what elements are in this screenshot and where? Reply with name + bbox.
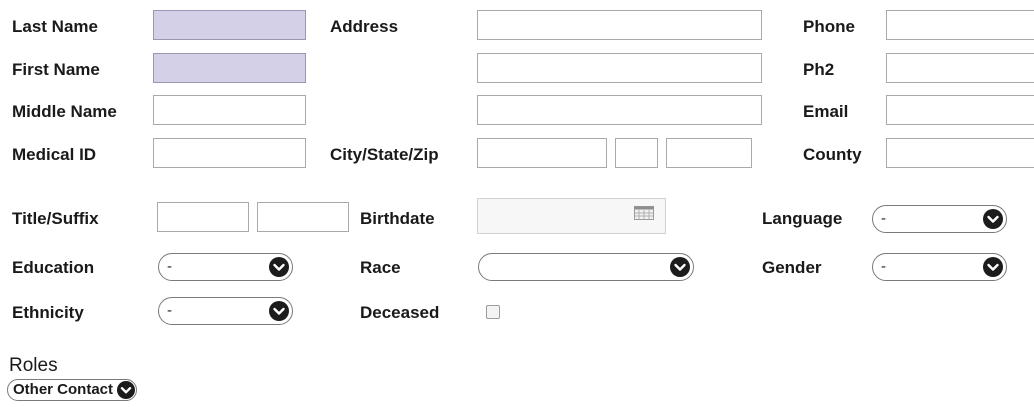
roles-heading: Roles (9, 355, 58, 376)
title-input[interactable] (157, 202, 249, 232)
chevron-down-icon (269, 257, 289, 277)
suffix-input[interactable] (257, 202, 349, 232)
chevron-down-icon (983, 209, 1003, 229)
education-select[interactable]: - (158, 253, 293, 281)
ph2-input[interactable] (886, 53, 1034, 83)
first-name-label: First Name (12, 60, 100, 79)
language-select[interactable]: - (872, 205, 1007, 233)
chevron-down-icon (269, 301, 289, 321)
last-name-label: Last Name (12, 17, 98, 36)
calendar-icon[interactable] (634, 206, 654, 220)
birthdate-field (477, 198, 666, 234)
chevron-down-icon (983, 257, 1003, 277)
zip-input[interactable] (666, 138, 752, 168)
education-label: Education (12, 258, 95, 277)
ph2-label: Ph2 (803, 60, 835, 79)
education-select-value: - (167, 258, 172, 275)
ethnicity-select-value: - (167, 302, 172, 319)
birthdate-label: Birthdate (360, 209, 435, 228)
state-input[interactable] (615, 138, 658, 168)
deceased-checkbox[interactable] (486, 305, 500, 319)
race-select[interactable] (478, 253, 694, 281)
roles-select-value: Other Contact (13, 381, 114, 398)
deceased-label: Deceased (360, 303, 440, 322)
phone-label: Phone (803, 17, 855, 36)
language-select-value: - (881, 210, 886, 227)
ethnicity-select[interactable]: - (158, 297, 293, 325)
gender-label: Gender (762, 258, 822, 277)
email-input[interactable] (886, 95, 1034, 125)
ethnicity-label: Ethnicity (12, 303, 84, 322)
address-line1-input[interactable] (477, 10, 762, 40)
county-label: County (803, 145, 862, 164)
city-input[interactable] (477, 138, 607, 168)
phone-input[interactable] (886, 10, 1034, 40)
race-label: Race (360, 258, 401, 277)
first-name-input[interactable] (153, 53, 306, 83)
middle-name-input[interactable] (153, 95, 306, 125)
city-state-zip-label: City/State/Zip (330, 145, 439, 164)
chevron-down-icon (117, 381, 135, 399)
last-name-input[interactable] (153, 10, 306, 40)
address-line2-input[interactable] (477, 53, 762, 83)
medical-id-label: Medical ID (12, 145, 97, 164)
address-line3-input[interactable] (477, 95, 762, 125)
roles-select[interactable]: Other Contact (7, 379, 137, 401)
email-label: Email (803, 102, 849, 121)
gender-select[interactable]: - (872, 253, 1007, 281)
county-input[interactable] (886, 138, 1034, 168)
address-label: Address (330, 17, 399, 36)
gender-select-value: - (881, 258, 886, 275)
title-suffix-label: Title/Suffix (12, 209, 99, 228)
middle-name-label: Middle Name (12, 102, 117, 121)
chevron-down-icon (670, 257, 690, 277)
language-label: Language (762, 209, 843, 228)
medical-id-input[interactable] (153, 138, 306, 168)
